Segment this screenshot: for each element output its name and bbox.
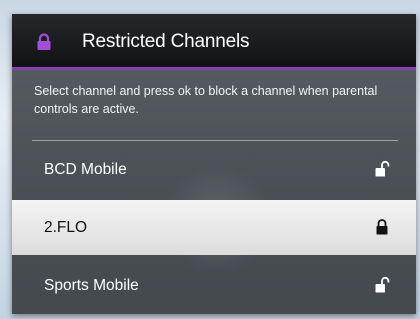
divider xyxy=(32,140,398,141)
panel-header: Restricted Channels xyxy=(12,14,416,70)
instructions-text: Select channel and press ok to block a c… xyxy=(34,84,378,116)
lock-icon xyxy=(37,33,51,50)
channel-name: BCD Mobile xyxy=(44,161,127,178)
unlocked-icon xyxy=(375,276,390,293)
channel-row-bcd-mobile[interactable]: BCD Mobile xyxy=(12,142,416,197)
unlocked-icon xyxy=(375,160,390,177)
channel-name: Sports Mobile xyxy=(44,277,139,294)
page-title: Restricted Channels xyxy=(82,31,250,52)
channel-row-2flo[interactable]: 2.FLO xyxy=(12,200,416,255)
channel-name: 2.FLO xyxy=(44,219,88,236)
restricted-channels-panel: Restricted Channels Select channel and p… xyxy=(12,14,416,314)
channel-row-sports-mobile[interactable]: Sports Mobile xyxy=(12,258,416,313)
lock-icon xyxy=(376,219,388,235)
